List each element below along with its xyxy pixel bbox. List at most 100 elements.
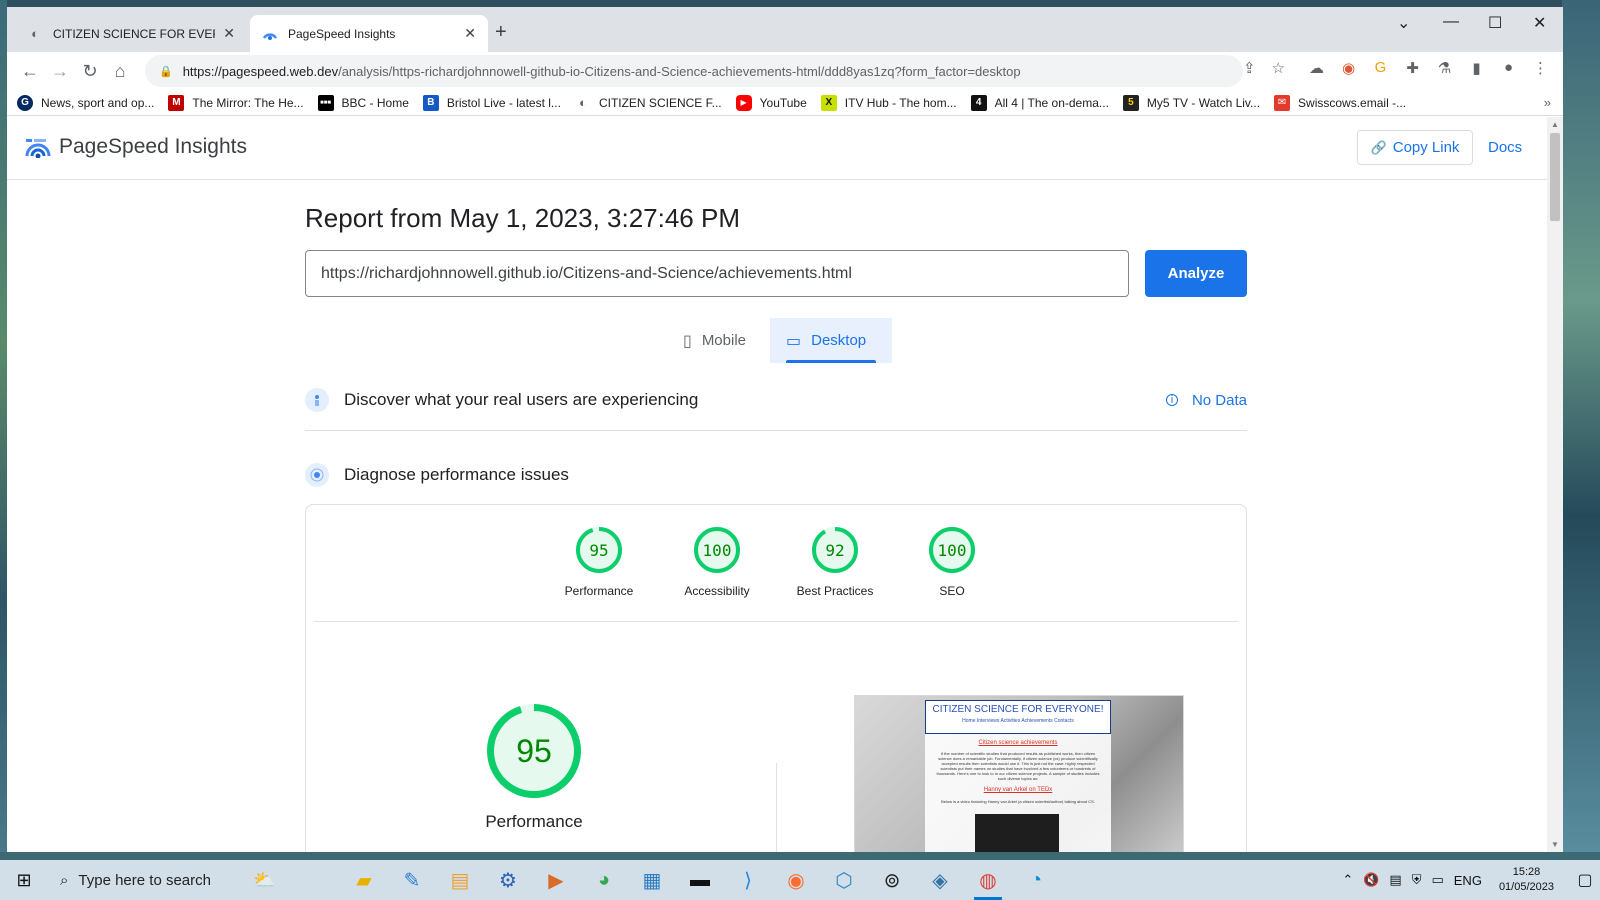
bookmark-star-icon[interactable]: ☆ <box>1272 59 1285 77</box>
real-users-section[interactable]: Discover what your real users are experi… <box>305 380 1247 420</box>
side-panel-icon[interactable]: ▮ <box>1466 59 1487 77</box>
windows-taskbar: ⊞ ⌕ Type here to search ⛅ ▰ ✎ ▤ ⚙ ▶ ◕ ▦ … <box>0 860 1600 900</box>
bookmark-citizen-science[interactable]: ◐ CITIZEN SCIENCE F... <box>574 94 722 111</box>
new-tab-button[interactable]: + <box>495 21 507 44</box>
copy-link-button[interactable]: 🔗 Copy Link <box>1357 130 1473 165</box>
bookmark-label: ITV Hub - The hom... <box>844 95 957 110</box>
close-icon[interactable]: ✕ <box>223 25 235 42</box>
app-icon[interactable]: ⬡ <box>820 860 868 900</box>
bbc-icon: ■■■ <box>317 94 334 111</box>
gauge-accessibility[interactable]: 100 Accessibility <box>667 526 767 598</box>
gauge-seo[interactable]: 100 SEO <box>902 526 1002 598</box>
weather-widget-icon[interactable]: ⛅ <box>253 870 275 891</box>
pagespeed-icon <box>262 26 278 42</box>
gauge-label: Best Practices <box>796 584 874 598</box>
tab-pagespeed[interactable]: PageSpeed Insights ✕ <box>250 15 488 52</box>
scroll-down-icon[interactable]: ▼ <box>1551 840 1559 849</box>
teams-icon[interactable]: ⚙ <box>484 860 532 900</box>
vscode-icon[interactable]: ⟩ <box>724 860 772 900</box>
bookmark-youtube[interactable]: ▶ YouTube <box>735 94 807 111</box>
paint-icon[interactable]: ✎ <box>388 860 436 900</box>
bookmark-swisscows[interactable]: ✉ Swisscows.email -... <box>1274 94 1406 111</box>
back-button[interactable]: ← <box>15 56 45 86</box>
firefox-icon[interactable]: ◉ <box>772 860 820 900</box>
bookmark-itv[interactable]: X ITV Hub - The hom... <box>820 94 957 111</box>
battery-icon[interactable]: ▭ <box>1431 872 1443 888</box>
bookmark-label: My5 TV - Watch Liv... <box>1146 95 1261 110</box>
profile-avatar-icon[interactable]: ● <box>1498 59 1519 77</box>
bookmark-all4[interactable]: 4 All 4 | The on-dema... <box>970 94 1109 111</box>
gauge-performance[interactable]: 95 Performance <box>549 526 649 598</box>
media-icon[interactable]: ▶ <box>532 860 580 900</box>
my5-icon: 5 <box>1122 94 1139 111</box>
file-explorer-icon[interactable]: ▰ <box>340 860 388 900</box>
notifications-icon[interactable]: ▢ <box>1570 870 1600 890</box>
no-data-label[interactable]: i No Data <box>1165 392 1247 409</box>
docs-link[interactable]: Docs <box>1488 139 1522 156</box>
bookmarks-overflow-icon[interactable]: » <box>1544 95 1551 110</box>
lock-icon[interactable]: 🔒 <box>159 65 173 78</box>
tab-citizen-science[interactable]: ◐ CITIZEN SCIENCE FOR EVERYONE ✕ <box>15 15 247 52</box>
tab-title: CITIZEN SCIENCE FOR EVERYONE <box>53 26 215 41</box>
grammarly-icon[interactable]: G <box>1370 59 1391 77</box>
search-placeholder: Type here to search <box>78 871 211 889</box>
score-value: 95 <box>589 541 608 560</box>
language-indicator[interactable]: ENG <box>1454 873 1482 888</box>
volume-muted-icon[interactable]: 🔇 <box>1363 872 1379 888</box>
forward-button[interactable]: → <box>45 56 75 86</box>
page-scrollbar[interactable]: ▲ ▼ <box>1547 117 1563 852</box>
bookmark-label: CITIZEN SCIENCE F... <box>598 95 722 110</box>
bookmark-bristol-live[interactable]: B Bristol Live - latest l... <box>422 94 561 111</box>
settings-icon[interactable]: ▦ <box>628 860 676 900</box>
minimize-button[interactable]: — <box>1443 13 1459 31</box>
gauge-best-practices[interactable]: 92 Best Practices <box>785 526 885 598</box>
chrome-icon[interactable]: ◍ <box>964 860 1012 900</box>
extensions-puzzle-icon[interactable]: ✚ <box>1402 59 1423 77</box>
extension-icon[interactable]: ☁ <box>1306 59 1327 77</box>
security-icon[interactable]: ⛨ <box>1412 872 1422 888</box>
url-input[interactable] <box>305 250 1129 297</box>
tab-strip: ◐ CITIZEN SCIENCE FOR EVERYONE ✕ PageSpe… <box>7 7 1563 52</box>
close-icon[interactable]: ✕ <box>464 25 476 42</box>
pagespeed-logo-icon <box>25 139 51 158</box>
bookmark-mirror[interactable]: M The Mirror: The He... <box>168 94 304 111</box>
analyze-button[interactable]: Analyze <box>1145 250 1247 297</box>
windows-start-button[interactable]: ⊞ <box>0 860 48 900</box>
psi-logo[interactable]: PageSpeed Insights <box>25 135 247 159</box>
preview-site-title: CITIZEN SCIENCE FOR EVERYONE! <box>932 704 1104 715</box>
tab-mobile[interactable]: ▯ Mobile <box>667 318 762 363</box>
bookmarks-bar: G News, sport and op... M The Mirror: The … <box>7 90 1563 116</box>
tab-label: Mobile <box>701 332 746 349</box>
home-button[interactable]: ⌂ <box>105 56 135 86</box>
clock[interactable]: 15:28 01/05/2023 <box>1499 865 1554 895</box>
share-icon[interactable]: ⇪ <box>1243 59 1256 77</box>
python-icon[interactable]: ◈ <box>916 860 964 900</box>
terminal-icon[interactable]: ▬ <box>676 860 724 900</box>
address-bar[interactable]: 🔒 https://pagespeed.web.dev/analysis/htt… <box>145 55 1243 87</box>
tab-desktop[interactable]: ▭ Desktop <box>770 318 892 363</box>
chevron-up-icon[interactable]: ⌃ <box>1342 872 1353 888</box>
vpn-icon[interactable]: ⊚ <box>868 860 916 900</box>
close-window-button[interactable]: ✕ <box>1533 13 1546 33</box>
maximize-button[interactable]: ☐ <box>1488 13 1502 33</box>
bookmark-guardian[interactable]: G News, sport and op... <box>17 94 154 111</box>
color-picker-icon[interactable]: ◕ <box>580 860 628 900</box>
tab-title: PageSpeed Insights <box>288 26 396 41</box>
preview-link: Hanny van Arkel on TEDx <box>983 787 1053 793</box>
labs-flask-icon[interactable]: ⚗ <box>1434 59 1455 77</box>
edge-icon[interactable]: ◔ <box>1012 860 1060 900</box>
mirror-icon: M <box>168 94 185 111</box>
tab-search-icon[interactable]: ⌄ <box>1397 13 1410 33</box>
scrollbar-thumb[interactable] <box>1550 133 1560 221</box>
bookmark-my5[interactable]: 5 My5 TV - Watch Liv... <box>1122 94 1261 111</box>
duckduckgo-icon[interactable]: ◉ <box>1338 59 1359 77</box>
preview-nav: Home Interviews Activities Achievements … <box>962 718 1074 724</box>
taskbar-search[interactable]: ⌕ Type here to search ⛅ <box>48 860 340 900</box>
network-icon[interactable]: ▤ <box>1389 872 1401 888</box>
menu-kebab-icon[interactable]: ⋮ <box>1530 59 1551 77</box>
reload-button[interactable]: ↻ <box>75 56 105 86</box>
notepad-icon[interactable]: ▤ <box>436 860 484 900</box>
all4-icon: 4 <box>970 94 987 111</box>
bookmark-bbc[interactable]: ■■■ BBC - Home <box>317 94 409 111</box>
scroll-up-icon[interactable]: ▲ <box>1551 120 1559 129</box>
